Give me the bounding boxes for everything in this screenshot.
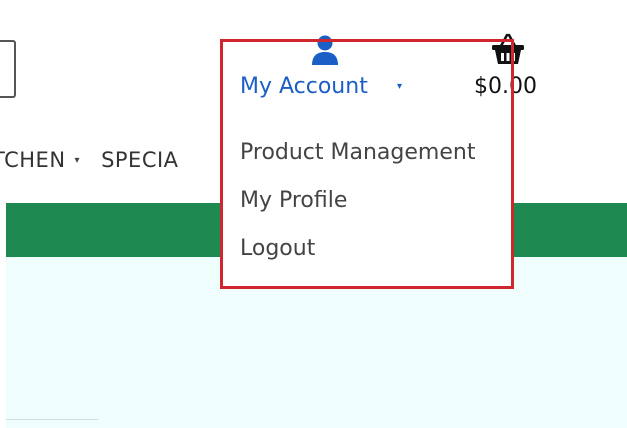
account-dropdown-menu: Product Management My Profile Logout bbox=[222, 118, 512, 286]
chevron-down-icon: ▾ bbox=[74, 154, 81, 166]
user-icon bbox=[312, 35, 338, 65]
cart-total: $0.00 bbox=[474, 74, 537, 99]
menu-item-my-profile[interactable]: My Profile bbox=[240, 188, 347, 213]
menu-item-product-management[interactable]: Product Management bbox=[240, 140, 475, 165]
page: TCHEN ▾ SPECIA My Account ▾ $0.00 Produc… bbox=[0, 0, 627, 428]
nav-item-kitchen[interactable]: TCHEN ▾ bbox=[0, 148, 101, 172]
cart-button[interactable]: $0.00 bbox=[470, 32, 550, 102]
my-account-label: My Account bbox=[240, 74, 368, 99]
menu-item-logout[interactable]: Logout bbox=[240, 236, 315, 261]
search-input[interactable] bbox=[0, 40, 16, 98]
nav-item-label: SPECIA bbox=[101, 148, 179, 172]
main-nav: TCHEN ▾ SPECIA bbox=[0, 145, 179, 175]
nav-item-label: TCHEN bbox=[0, 148, 66, 172]
chevron-down-icon: ▾ bbox=[397, 81, 403, 92]
nav-item-specials[interactable]: SPECIA bbox=[101, 148, 178, 172]
basket-icon bbox=[492, 33, 524, 64]
divider bbox=[6, 419, 98, 420]
my-account-button[interactable]: My Account ▾ bbox=[238, 34, 418, 104]
